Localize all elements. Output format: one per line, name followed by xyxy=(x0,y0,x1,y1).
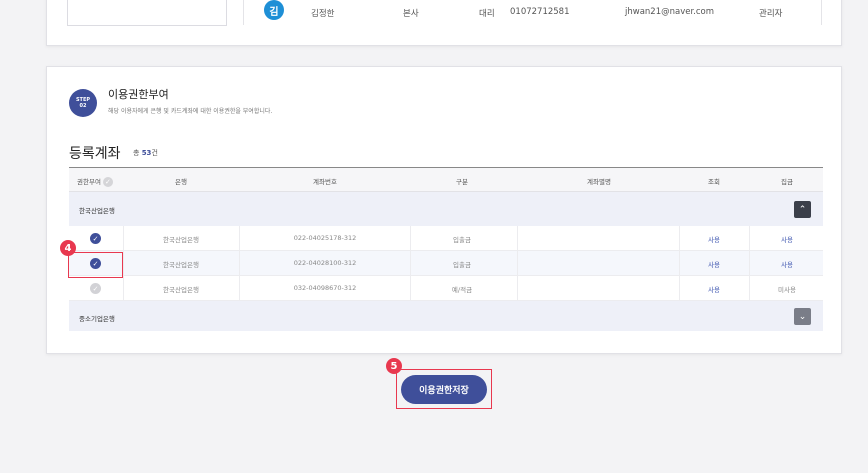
chevron-down-icon[interactable]: ⌄ xyxy=(794,308,811,325)
header-account-no: 계좌번호 xyxy=(313,178,337,186)
count-prefix: 총 xyxy=(133,149,140,157)
count-value: 53 xyxy=(141,149,152,157)
divider xyxy=(243,0,244,25)
cell-inquiry[interactable]: 사용 xyxy=(708,284,720,294)
user-dept: 본사 xyxy=(403,9,419,19)
divider xyxy=(517,226,518,250)
divider xyxy=(679,251,680,275)
table-header: 권한부여 ✓ 은행 계좌번호 구분 계좌별명 조회 집금 xyxy=(69,167,823,192)
cell-type: 예/적금 xyxy=(451,286,473,294)
user-role: 관리자 xyxy=(759,9,783,19)
divider xyxy=(123,276,124,300)
divider xyxy=(410,226,411,250)
avatar: 김 xyxy=(264,0,284,20)
user-position: 대리 xyxy=(479,9,495,19)
group-row[interactable]: 중소기업은행 ⌄ xyxy=(69,301,823,331)
cell-account-no: 022-04028100-312 xyxy=(293,259,357,267)
header-alias: 계좌별명 xyxy=(587,178,611,186)
divider xyxy=(749,251,750,275)
step-description: 해당 이용자에게 은행 및 카드계좌에 대한 이용권한을 부여합니다. xyxy=(108,108,273,115)
divider xyxy=(410,251,411,275)
divider xyxy=(239,226,240,250)
group-label: 한국산업은행 xyxy=(79,207,115,215)
group-label: 중소기업은행 xyxy=(79,315,115,323)
cell-bank: 한국산업은행 xyxy=(163,286,199,294)
step-title: 이용권한부여 xyxy=(108,88,169,101)
table-row[interactable]: ✓ 한국산업은행 022-04028100-312 입출금 사용 사용 xyxy=(69,251,823,276)
divider xyxy=(123,226,124,250)
save-permissions-button[interactable]: 이용권한저장 xyxy=(401,375,487,404)
cell-inquiry[interactable]: 사용 xyxy=(708,234,720,244)
header-grant: 권한부여 ✓ xyxy=(77,176,113,187)
check-icon[interactable]: ✓ xyxy=(90,283,101,294)
table-row[interactable]: ✓ 한국산업은행 022-04025178-312 입출금 사용 사용 xyxy=(69,226,823,251)
cell-collection[interactable]: 사용 xyxy=(781,234,793,244)
cell-collection[interactable]: 사용 xyxy=(781,259,793,269)
header-grant-label: 권한부여 xyxy=(77,178,101,186)
step-badge-number: 02 xyxy=(79,103,87,109)
user-phone: 01072712581 xyxy=(510,7,570,17)
question-icon[interactable]: ✓ xyxy=(102,177,113,187)
header-type: 구분 xyxy=(456,178,468,186)
divider xyxy=(679,276,680,300)
header-bank: 은행 xyxy=(175,178,187,186)
user-name: 김정한 xyxy=(311,9,335,19)
divider xyxy=(517,276,518,300)
divider xyxy=(123,251,124,275)
cell-collection[interactable]: 미사용 xyxy=(778,284,796,294)
step-badge: STEP 02 xyxy=(69,89,97,117)
count-suffix: 건 xyxy=(151,149,158,157)
divider xyxy=(239,251,240,275)
divider xyxy=(749,226,750,250)
header-collection: 집금 xyxy=(781,178,793,186)
account-count: 총 53건 xyxy=(133,148,158,158)
cell-bank: 한국산업은행 xyxy=(163,261,199,269)
user-email: jhwan21@naver.com xyxy=(625,7,715,17)
cell-bank: 한국산업은행 xyxy=(163,236,199,244)
filter-box xyxy=(67,0,227,26)
divider xyxy=(821,0,822,25)
divider xyxy=(749,276,750,300)
group-row[interactable]: 한국산업은행 ⌃ xyxy=(69,192,823,226)
divider xyxy=(410,276,411,300)
cell-type: 입출금 xyxy=(453,236,471,244)
section-title: 등록계좌 xyxy=(69,146,121,162)
check-icon[interactable]: ✓ xyxy=(90,233,101,244)
accounts-table: 권한부여 ✓ 은행 계좌번호 구분 계좌별명 조회 집금 한국산업은행 ⌃ ✓ 한… xyxy=(69,167,823,331)
chevron-up-icon[interactable]: ⌃ xyxy=(794,201,811,218)
cell-account-no: 022-04025178-312 xyxy=(293,234,357,242)
divider xyxy=(517,251,518,275)
divider xyxy=(239,276,240,300)
table-row[interactable]: ✓ 한국산업은행 032-04098670-312 예/적금 사용 미사용 xyxy=(69,276,823,301)
cell-type: 입출금 xyxy=(453,261,471,269)
cell-account-no: 032-04098670-312 xyxy=(293,284,357,292)
header-inquiry: 조회 xyxy=(708,178,720,186)
cell-inquiry[interactable]: 사용 xyxy=(708,259,720,269)
divider xyxy=(679,226,680,250)
permission-card: STEP 02 이용권한부여 해당 이용자에게 은행 및 카드계좌에 대한 이용… xyxy=(46,66,842,354)
highlight-box xyxy=(68,252,123,278)
user-list-card: 김 김정한 본사 대리 01072712581 jhwan21@naver.co… xyxy=(46,0,842,46)
